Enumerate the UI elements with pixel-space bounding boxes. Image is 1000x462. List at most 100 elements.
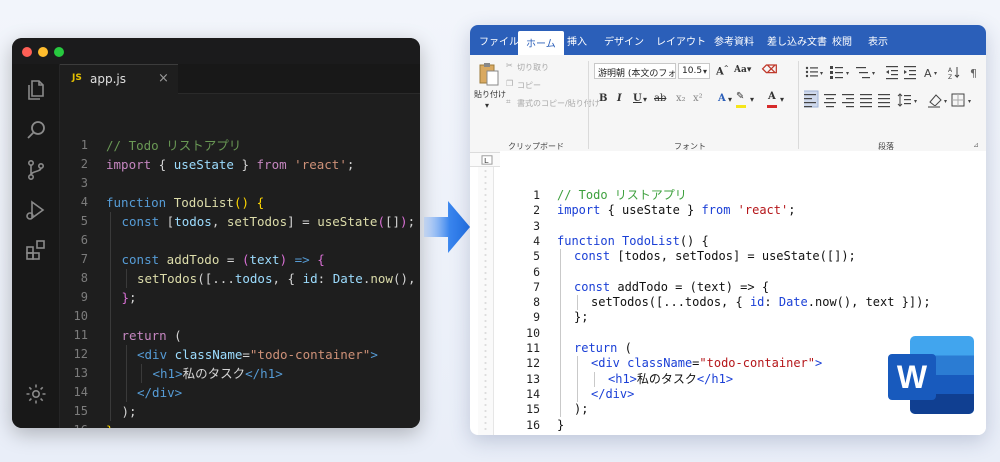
code-token: } bbox=[106, 423, 114, 428]
underline-dropdown-icon[interactable]: ▾ bbox=[643, 95, 647, 104]
line-number: 8 bbox=[533, 295, 540, 310]
text-effects-icon[interactable]: A bbox=[718, 93, 726, 104]
highlight-dropdown-icon[interactable]: ▾ bbox=[750, 95, 754, 104]
copy-icon[interactable]: ❐ bbox=[506, 79, 513, 88]
vertical-ruler[interactable] bbox=[478, 167, 494, 435]
increase-indent-icon[interactable] bbox=[904, 66, 916, 80]
shading-icon[interactable] bbox=[928, 94, 942, 108]
code-token: id bbox=[302, 271, 318, 286]
line-number: 11 bbox=[73, 328, 88, 342]
justify-icon[interactable] bbox=[860, 94, 872, 108]
align-right-icon[interactable] bbox=[842, 94, 854, 108]
tab-app-js[interactable]: JS app.js × bbox=[60, 64, 178, 94]
multilevel-list-icon[interactable] bbox=[856, 67, 870, 79]
code-token: () { bbox=[679, 233, 709, 248]
decrease-indent-icon[interactable] bbox=[886, 66, 898, 80]
code-token: Date bbox=[778, 295, 808, 310]
grow-font-icon[interactable]: A^ bbox=[716, 65, 729, 77]
code-line: <h1>私のタスク</h1> bbox=[153, 364, 283, 383]
close-window-button[interactable] bbox=[22, 47, 32, 57]
font-name-select[interactable]: 游明朝 (本文のフォント bbox=[594, 63, 676, 79]
line-number: 7 bbox=[80, 252, 88, 266]
asian-layout-icon[interactable]: A bbox=[924, 67, 932, 80]
extensions-icon[interactable] bbox=[24, 238, 48, 262]
line-spacing-icon[interactable] bbox=[897, 93, 911, 107]
underline-icon[interactable]: U bbox=[633, 93, 642, 104]
code-token: // Todo リストアプリ bbox=[557, 188, 687, 202]
ribbon-tab[interactable]: 校閲 bbox=[832, 33, 852, 48]
ribbon-tab[interactable]: ファイル bbox=[479, 33, 519, 48]
italic-icon[interactable]: I bbox=[617, 93, 622, 104]
run-debug-icon[interactable] bbox=[24, 198, 48, 222]
vscode-window: JS app.js × 1 // Todo リストアプリ 2 import { use… bbox=[12, 38, 420, 428]
document-line: // Todo リストアプリ bbox=[557, 188, 687, 203]
code-token: (), bbox=[392, 271, 416, 286]
paste-dropdown-icon[interactable]: ▾ bbox=[485, 101, 489, 110]
line-number: 14 bbox=[73, 385, 88, 399]
indent-guide bbox=[577, 295, 578, 311]
ribbon-tab[interactable]: 表示 bbox=[868, 33, 888, 48]
cut-label[interactable]: 切り取り bbox=[517, 62, 549, 73]
text-effects-dropdown-icon[interactable]: ▾ bbox=[728, 95, 732, 104]
line-number: 13 bbox=[73, 366, 88, 380]
bullets-icon[interactable] bbox=[805, 66, 818, 78]
ribbon-tab[interactable]: 参考資料 bbox=[714, 33, 754, 48]
code-token: { bbox=[256, 195, 265, 210]
code-line: setTodos([...todos, { id: Date.now(), te… bbox=[137, 269, 420, 288]
paragraph-dialog-launcher-icon[interactable]: ⊿ bbox=[973, 141, 979, 149]
close-tab-icon[interactable]: × bbox=[158, 71, 169, 86]
distributed-icon[interactable] bbox=[878, 94, 890, 108]
files-icon[interactable] bbox=[24, 78, 48, 102]
clear-format-icon[interactable]: ⌫ bbox=[762, 63, 778, 76]
code-token: 'react' bbox=[737, 203, 789, 218]
source-control-icon[interactable] bbox=[24, 158, 48, 182]
minimize-window-button[interactable] bbox=[38, 47, 48, 57]
code-token: = bbox=[242, 347, 250, 362]
code-token: <h1> bbox=[152, 366, 183, 381]
ribbon-tab[interactable]: レイアウト bbox=[656, 33, 706, 48]
font-color-dropdown-icon[interactable]: ▾ bbox=[780, 95, 784, 104]
shrink-font-icon[interactable]: Aa▾ bbox=[734, 65, 751, 75]
line-number: 12 bbox=[73, 347, 88, 361]
search-icon[interactable] bbox=[24, 118, 48, 142]
settings-icon[interactable] bbox=[24, 382, 48, 406]
align-center-icon[interactable] bbox=[824, 94, 836, 108]
copy-label[interactable]: コピー bbox=[517, 80, 541, 91]
code-token: import bbox=[106, 157, 152, 172]
line-number: 1 bbox=[533, 188, 540, 202]
code-token: ); bbox=[574, 402, 589, 417]
superscript-icon[interactable]: x² bbox=[693, 93, 703, 104]
svg-text:Z: Z bbox=[948, 74, 952, 81]
line-number: 12 bbox=[526, 356, 540, 371]
code-line: ); bbox=[122, 402, 137, 421]
code-token: <div bbox=[137, 347, 168, 362]
code-token: addTodo bbox=[166, 252, 220, 267]
strikethrough-icon[interactable]: ab bbox=[654, 93, 666, 104]
paste-icon[interactable] bbox=[478, 61, 500, 87]
code-token: => bbox=[294, 252, 310, 267]
paste-label[interactable]: 貼り付け bbox=[474, 89, 506, 100]
subscript-icon[interactable]: x₂ bbox=[676, 93, 686, 104]
show-marks-icon[interactable]: ¶ bbox=[970, 67, 977, 80]
maximize-window-button[interactable] bbox=[54, 47, 64, 57]
line-number: 13 bbox=[526, 371, 540, 386]
ribbon-tab[interactable]: デザイン bbox=[604, 33, 644, 48]
numbering-icon[interactable] bbox=[830, 66, 843, 79]
format-painter-icon[interactable]: ⌗ bbox=[506, 97, 511, 107]
ribbon-tab[interactable]: 差し込み文書 bbox=[767, 33, 827, 48]
code-editor[interactable]: 1 // Todo リストアプリ 2 import { useState } from… bbox=[60, 94, 420, 428]
code-token: ; bbox=[407, 214, 416, 229]
cut-icon[interactable]: ✂ bbox=[506, 61, 513, 70]
code-token: } bbox=[233, 157, 257, 172]
font-size-dropdown-icon[interactable]: ▾ bbox=[703, 67, 707, 76]
highlight-icon[interactable]: ✎ bbox=[736, 91, 744, 102]
bold-icon[interactable]: B bbox=[599, 93, 607, 104]
ribbon-tab[interactable]: ホーム bbox=[518, 31, 564, 55]
font-color-icon[interactable]: A bbox=[768, 91, 776, 102]
ribbon-tab[interactable]: 挿入 bbox=[567, 33, 587, 48]
borders-icon[interactable] bbox=[951, 93, 965, 107]
sort-icon[interactable]: AZ bbox=[948, 67, 960, 81]
code-token: ) bbox=[400, 214, 408, 229]
code-token: useState bbox=[173, 157, 234, 172]
